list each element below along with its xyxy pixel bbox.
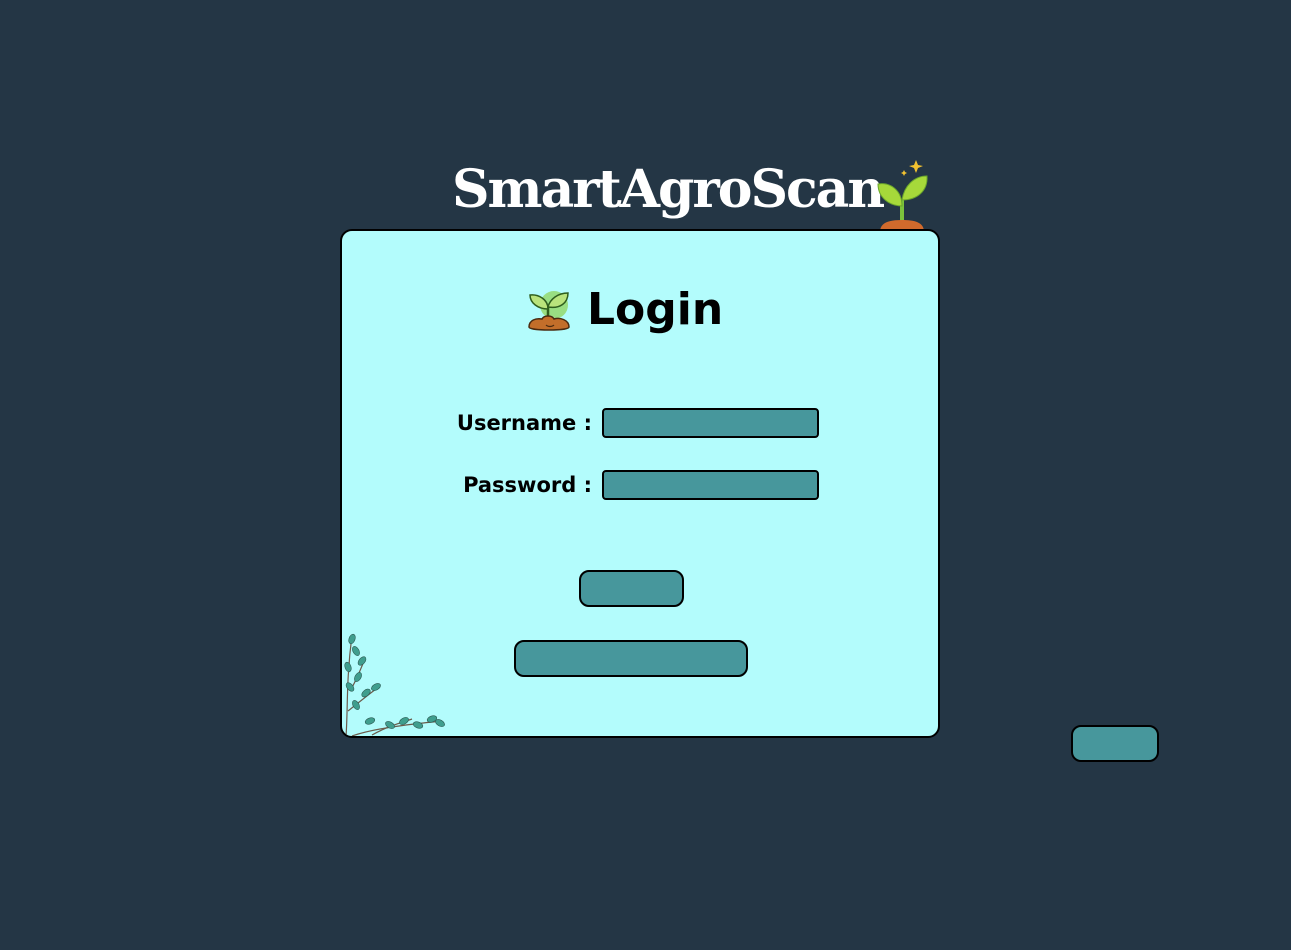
login-card: Login Username : Password :	[340, 229, 940, 738]
extra-button[interactable]	[1071, 725, 1159, 762]
app-title: SmartAgroScan	[452, 159, 885, 220]
username-label: Username :	[456, 411, 592, 435]
login-title: Login	[587, 284, 724, 335]
sprout-icon	[877, 160, 928, 232]
login-button[interactable]	[579, 570, 684, 607]
username-input[interactable]	[602, 408, 819, 438]
password-label: Password :	[463, 473, 592, 497]
password-input[interactable]	[602, 470, 819, 500]
branch-decoration-icon	[344, 633, 445, 736]
seedling-soil-icon	[528, 291, 570, 331]
secondary-button[interactable]	[514, 640, 748, 677]
